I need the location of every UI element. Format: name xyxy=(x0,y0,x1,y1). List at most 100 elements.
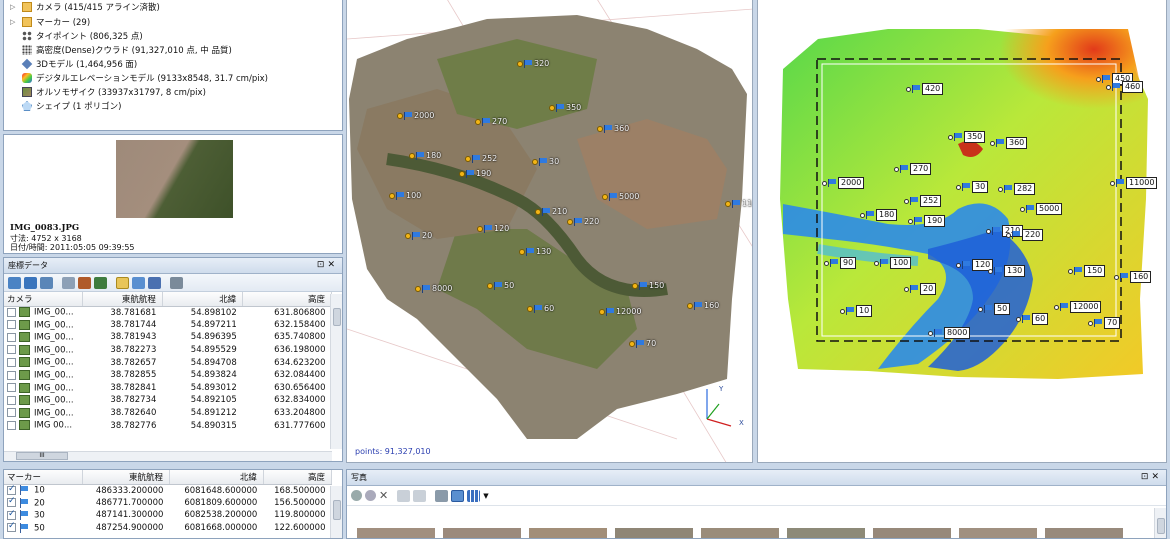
disable-camera-icon[interactable] xyxy=(365,490,376,501)
tree-item-tie-points[interactable]: タイポイント (806,325 点) xyxy=(10,30,143,42)
model-marker[interactable]: 360 xyxy=(597,124,629,133)
chevron-down-icon[interactable]: ▼ xyxy=(483,492,488,500)
model-marker[interactable]: 2000 xyxy=(397,111,434,120)
scrollbar-thumb[interactable] xyxy=(333,308,341,326)
ortho-marker[interactable]: 70 xyxy=(1088,317,1121,329)
tree-item-markers[interactable]: ▷ マーカー (29) xyxy=(10,16,90,28)
column-header-altitude[interactable]: 高度 xyxy=(242,292,332,307)
float-panel-icon[interactable]: ⊡ xyxy=(317,260,328,270)
rotate-right-icon[interactable] xyxy=(413,489,427,502)
column-header-northing[interactable]: 北緯 xyxy=(169,470,264,485)
column-header-easting[interactable]: 東航航程 xyxy=(82,470,170,485)
model-marker[interactable]: 12000 xyxy=(599,307,641,316)
photo-thumbnail[interactable] xyxy=(357,528,435,538)
photo-thumbnail[interactable] xyxy=(701,528,779,538)
ortho-marker[interactable]: 252 xyxy=(904,195,942,207)
ortho-marker[interactable]: 130 xyxy=(988,265,1026,277)
convert-icon[interactable] xyxy=(40,276,53,289)
ortho-marker[interactable]: 282 xyxy=(998,183,1036,195)
view-errors-icon[interactable] xyxy=(148,276,161,289)
ortho-marker[interactable]: 150 xyxy=(1068,265,1106,277)
expand-icon[interactable]: ▷ xyxy=(10,18,18,26)
model-marker[interactable]: 270 xyxy=(475,117,507,126)
ortho-marker[interactable]: 50 xyxy=(978,303,1011,315)
update-icon[interactable] xyxy=(94,276,107,289)
ortho-marker[interactable]: 60 xyxy=(1016,313,1049,325)
row-checkbox[interactable] xyxy=(7,332,16,342)
expand-icon[interactable]: ▷ xyxy=(10,3,18,11)
filter-icon[interactable] xyxy=(435,489,449,502)
table-icon[interactable] xyxy=(62,276,75,289)
photo-thumbnail[interactable] xyxy=(615,528,693,538)
model-marker[interactable]: 252 xyxy=(465,154,497,163)
ortho-marker[interactable]: 8000 xyxy=(928,327,971,339)
model-marker[interactable]: 180 xyxy=(409,151,441,160)
row-checkbox[interactable] xyxy=(7,383,16,393)
column-header-marker[interactable]: マーカー xyxy=(4,470,83,485)
row-checkbox[interactable] xyxy=(7,408,16,418)
model-marker[interactable]: 110 xyxy=(725,199,752,208)
table-row[interactable]: IMG_00... 38.782855 54.893824 632.084400 xyxy=(4,369,332,382)
view-source-icon[interactable] xyxy=(116,276,129,289)
row-checkbox[interactable] xyxy=(7,420,16,430)
ortho-marker[interactable]: 350 xyxy=(948,131,986,143)
row-checkbox[interactable] xyxy=(7,357,16,367)
table-row[interactable]: IMG_00... 38.782657 54.894708 634.623200 xyxy=(4,356,332,369)
table-row[interactable]: IMG_00... 38.782640 54.891212 633.204800 xyxy=(4,407,332,420)
photo-thumbnail[interactable] xyxy=(529,528,607,538)
table-row[interactable]: 10 486333.200000 6081648.600000 168.500000 xyxy=(4,484,332,497)
view-mode-icon[interactable] xyxy=(467,489,481,502)
model-marker[interactable]: 120 xyxy=(477,224,509,233)
markers-vertical-scrollbar[interactable] xyxy=(330,486,342,538)
model-marker[interactable]: 160 xyxy=(687,301,719,310)
enable-camera-icon[interactable] xyxy=(351,490,362,501)
model-marker[interactable]: 350 xyxy=(549,103,581,112)
model-marker[interactable]: 100 xyxy=(389,191,421,200)
ortho-marker[interactable]: 460 xyxy=(1106,81,1144,93)
ortho-marker[interactable]: 160 xyxy=(1114,271,1152,283)
model-view[interactable]: 320 350 2000 270 360 180 252 30 190 5000 100 210 220… xyxy=(346,0,753,463)
table-row[interactable]: IMG_00... 38.781744 54.897211 632.158400 xyxy=(4,319,332,332)
ortho-marker[interactable]: 180 xyxy=(860,209,898,221)
ortho-marker[interactable]: 100 xyxy=(874,257,912,269)
settings-icon[interactable] xyxy=(170,276,183,289)
model-marker[interactable]: 30 xyxy=(532,157,559,166)
reset-filter-icon[interactable] xyxy=(451,489,465,502)
table-row[interactable]: IMG_00... 38.782273 54.895529 636.198000 xyxy=(4,344,332,357)
tree-item-cameras[interactable]: ▷ カメラ (415/415 アライン済散) xyxy=(10,1,160,13)
remove-icon[interactable]: ✕ xyxy=(379,489,388,502)
ortho-marker[interactable]: 270 xyxy=(894,163,932,175)
photo-thumbnail[interactable] xyxy=(959,528,1037,538)
tree-item-dem[interactable]: デジタルエレベーションモデル (9133x8548, 31.7 cm/pix) xyxy=(10,72,268,84)
table-row[interactable]: 20 486771.700000 6081809.600000 156.500000 xyxy=(4,496,332,510)
row-checkbox[interactable] xyxy=(7,395,16,405)
photo-thumbnail[interactable] xyxy=(443,528,521,538)
view-estimated-icon[interactable] xyxy=(132,276,145,289)
table-row[interactable]: IMG_00... 38.781943 54.896395 635.740800 xyxy=(4,331,332,344)
row-checkbox[interactable] xyxy=(7,307,16,317)
tree-item-model[interactable]: 3Dモデル (1,464,956 面) xyxy=(10,58,137,70)
row-checkbox[interactable] xyxy=(7,496,16,508)
model-marker[interactable]: 150 xyxy=(632,281,664,290)
rotate-left-icon[interactable] xyxy=(397,489,411,502)
ortho-marker[interactable]: 420 xyxy=(906,83,944,95)
ortho-marker[interactable]: 190 xyxy=(908,215,946,227)
import-icon[interactable] xyxy=(8,276,21,289)
float-panel-icon[interactable]: ⊡ xyxy=(1141,472,1152,482)
table-row[interactable]: IMG 00... 38.782776 54.890315 631.777600 xyxy=(4,419,332,432)
model-marker[interactable]: 220 xyxy=(567,217,599,226)
export-icon[interactable] xyxy=(24,276,37,289)
ortho-marker[interactable]: 5000 xyxy=(1020,203,1063,215)
ortho-marker[interactable]: 10 xyxy=(840,305,873,317)
table-row[interactable]: 30 487141.300000 6082538.200000 119.800000 xyxy=(4,509,332,522)
tree-item-shapes[interactable]: シェイプ (1 ポリゴン) xyxy=(10,100,121,112)
ortho-marker[interactable]: 2000 xyxy=(822,177,865,189)
table-row[interactable]: IMG_00... 38.781681 54.898102 631.806800 xyxy=(4,306,332,319)
model-marker[interactable]: 320 xyxy=(517,59,549,68)
model-marker[interactable]: 8000 xyxy=(415,284,452,293)
ortho-marker[interactable]: 360 xyxy=(990,137,1028,149)
photo-thumbnail[interactable] xyxy=(787,528,865,538)
table-row[interactable]: IMG_00... 38.782734 54.892105 632.834000 xyxy=(4,394,332,407)
tree-item-dense-cloud[interactable]: 高密度(Dense)クウラド (91,327,010 点, 中 品質) xyxy=(10,44,232,56)
model-marker[interactable]: 190 xyxy=(459,169,491,178)
